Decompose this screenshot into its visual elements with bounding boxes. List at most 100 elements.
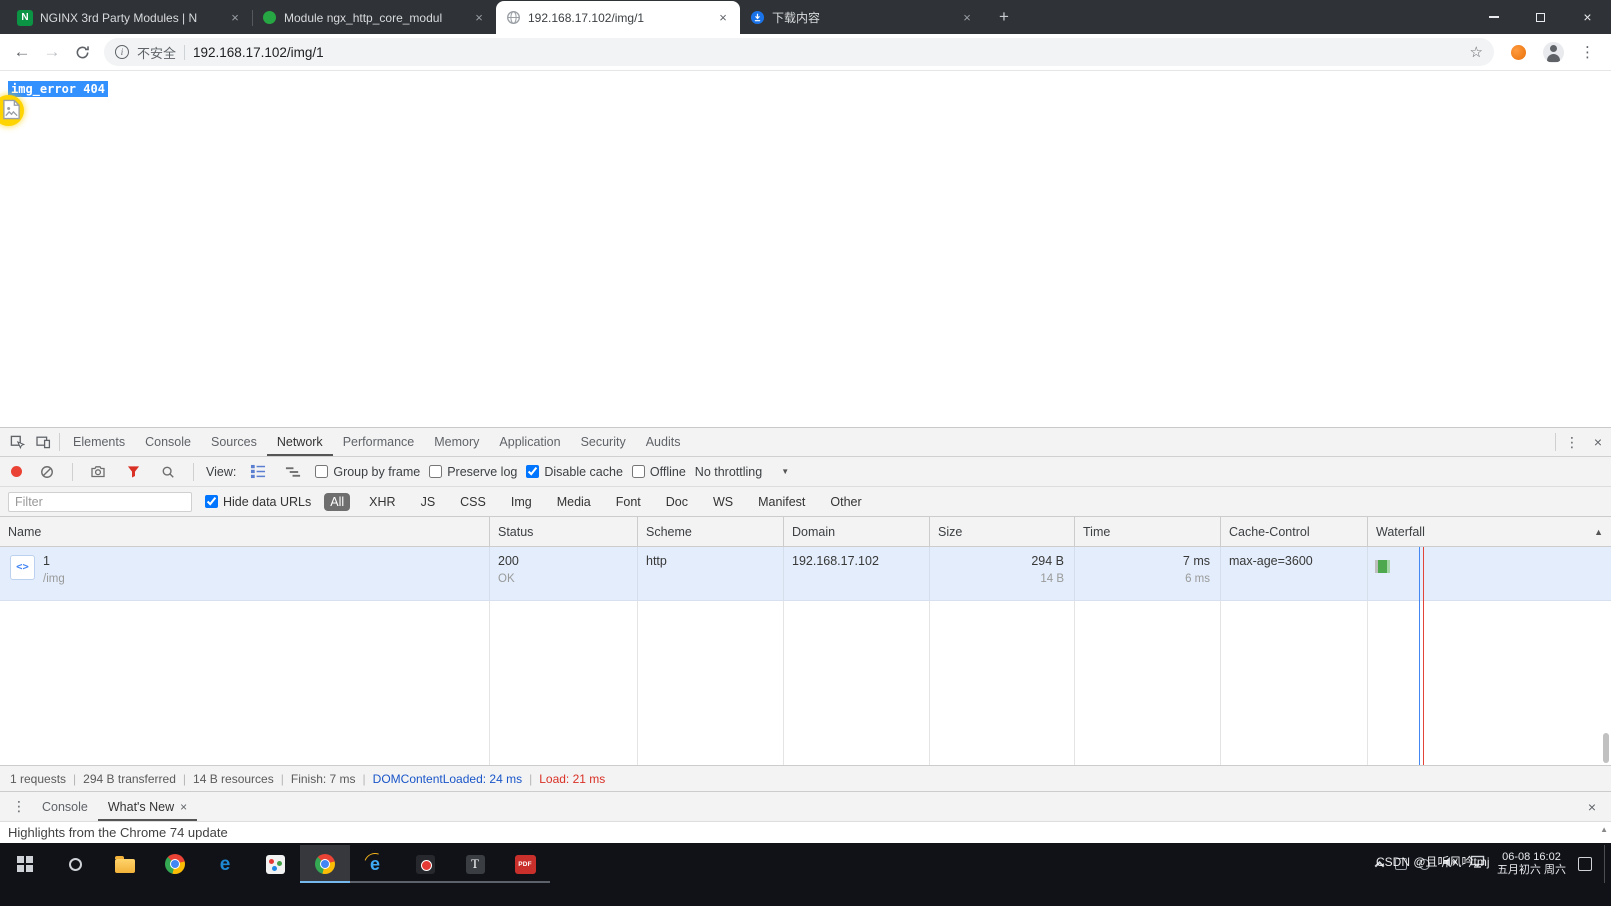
network-filter-input[interactable] (8, 492, 192, 512)
overview-view-icon[interactable] (280, 460, 306, 484)
devtools-tab-console[interactable]: Console (135, 428, 201, 456)
taskbar-typora[interactable]: T (450, 845, 500, 883)
forward-button[interactable]: → (38, 38, 66, 66)
taskbar-screen-recorder[interactable] (400, 845, 450, 883)
group-by-frame-input[interactable] (315, 465, 328, 478)
address-bar[interactable]: i 不安全 192.168.17.102/img/1 ☆ (104, 38, 1494, 66)
bookmark-star-icon[interactable]: ☆ (1470, 43, 1483, 61)
taskbar-paint[interactable] (250, 845, 300, 883)
new-tab-button[interactable]: + (990, 3, 1018, 31)
record-network-log-button[interactable] (11, 466, 22, 477)
taskbar-edge[interactable]: e (200, 845, 250, 883)
browser-tab-ngx-http-core-module[interactable]: Module ngx_http_core_modul × (252, 1, 496, 34)
profile-avatar[interactable] (1543, 42, 1564, 63)
devtools-tab-sources[interactable]: Sources (201, 428, 267, 456)
browser-tab-nginx-modules[interactable]: N NGINX 3rd Party Modules | N × (8, 1, 252, 34)
filter-type-xhr[interactable]: XHR (363, 493, 401, 511)
clear-network-log-icon[interactable] (34, 460, 60, 484)
column-header-name[interactable]: Name (0, 517, 490, 546)
action-center-icon[interactable] (1578, 857, 1592, 871)
devtools-close-icon[interactable]: × (1585, 430, 1611, 454)
disable-cache-checkbox[interactable]: Disable cache (526, 465, 623, 479)
request-waterfall-cell (1368, 547, 1611, 600)
selected-page-text: img_error 404 (8, 81, 108, 97)
network-request-row[interactable]: <> 1 /img 200 OK http 192.168.17.102 294… (0, 547, 1611, 601)
preserve-log-checkbox[interactable]: Preserve log (429, 465, 517, 479)
devtools-tab-audits[interactable]: Audits (636, 428, 691, 456)
start-button[interactable] (0, 845, 50, 883)
devtools-tab-security[interactable]: Security (571, 428, 636, 456)
table-scrollbar-thumb[interactable] (1603, 733, 1609, 763)
reload-button[interactable] (68, 38, 96, 66)
devtools-tab-network[interactable]: Network (267, 428, 333, 456)
browser-tab-current-page[interactable]: 192.168.17.102/img/1 × (496, 1, 740, 34)
group-by-frame-checkbox[interactable]: Group by frame (315, 465, 420, 479)
taskbar-file-explorer[interactable] (100, 845, 150, 883)
search-icon[interactable] (155, 460, 181, 484)
window-maximize-button[interactable] (1517, 0, 1564, 34)
offline-checkbox[interactable]: Offline (632, 465, 686, 479)
taskbar-pdf-reader[interactable]: PDF (500, 845, 550, 883)
devtools-menu-icon[interactable]: ⋮ (1559, 430, 1585, 454)
filter-type-all[interactable]: All (324, 493, 350, 511)
column-header-waterfall[interactable]: Waterfall ▲ (1368, 517, 1611, 546)
drawer-tab-close-icon[interactable]: × (180, 800, 187, 814)
browser-tab-downloads[interactable]: 下载内容 × (740, 1, 984, 34)
filter-type-manifest[interactable]: Manifest (752, 493, 811, 511)
taskbar-chrome-pinned[interactable] (150, 845, 200, 883)
dropdown-arrow-icon[interactable]: ▼ (781, 467, 789, 476)
back-button[interactable]: ← (8, 38, 36, 66)
list-view-icon[interactable] (245, 460, 271, 484)
hide-data-urls-checkbox[interactable]: Hide data URLs (205, 495, 311, 509)
filter-type-other[interactable]: Other (824, 493, 867, 511)
scroll-up-icon[interactable]: ▲ (1600, 825, 1608, 834)
devtools-tab-elements[interactable]: Elements (63, 428, 135, 456)
filter-type-media[interactable]: Media (551, 493, 597, 511)
browser-menu-icon[interactable]: ⋮ (1572, 43, 1603, 61)
taskbar-chrome-active[interactable] (300, 845, 350, 883)
inspect-element-icon[interactable] (4, 430, 30, 454)
page-info-icon[interactable]: i (115, 45, 129, 59)
url-text[interactable]: 192.168.17.102/img/1 (193, 45, 1462, 60)
filter-type-css[interactable]: CSS (454, 493, 492, 511)
preserve-log-input[interactable] (429, 465, 442, 478)
devtools-tab-performance[interactable]: Performance (333, 428, 425, 456)
window-minimize-button[interactable] (1470, 0, 1517, 34)
column-header-time[interactable]: Time (1075, 517, 1221, 546)
extension-icon[interactable] (1511, 45, 1526, 60)
tab-close-icon[interactable]: × (959, 10, 975, 26)
devtools-tab-application[interactable]: Application (489, 428, 570, 456)
filter-type-doc[interactable]: Doc (660, 493, 694, 511)
taskbar-internet-explorer[interactable]: e (350, 845, 400, 883)
disable-cache-input[interactable] (526, 465, 539, 478)
drawer-menu-icon[interactable]: ⋮ (6, 795, 32, 819)
column-header-domain[interactable]: Domain (784, 517, 930, 546)
device-toolbar-icon[interactable] (30, 430, 56, 454)
security-label[interactable]: 不安全 (137, 43, 176, 62)
filter-icon[interactable] (120, 460, 146, 484)
taskbar-clock[interactable]: 06-08 16:02 五月初六 周六 (1497, 851, 1566, 877)
filter-type-font[interactable]: Font (610, 493, 647, 511)
drawer-tab-whats-new[interactable]: What's New × (98, 792, 197, 821)
offline-input[interactable] (632, 465, 645, 478)
drawer-close-icon[interactable]: × (1579, 795, 1605, 819)
devtools-tab-memory[interactable]: Memory (424, 428, 489, 456)
show-desktop-button[interactable] (1604, 845, 1607, 883)
taskbar-search-button[interactable] (50, 845, 100, 883)
column-header-size[interactable]: Size (930, 517, 1075, 546)
column-header-scheme[interactable]: Scheme (638, 517, 784, 546)
hide-data-urls-input[interactable] (205, 495, 218, 508)
drawer-tab-console[interactable]: Console (32, 792, 98, 821)
filter-type-ws[interactable]: WS (707, 493, 739, 511)
throttling-select[interactable]: No throttling (695, 465, 762, 479)
tab-close-icon[interactable]: × (715, 10, 731, 26)
column-header-status[interactable]: Status (490, 517, 638, 546)
filter-type-img[interactable]: Img (505, 493, 538, 511)
window-close-button[interactable]: × (1564, 0, 1611, 34)
request-name-cell[interactable]: <> 1 /img (0, 547, 490, 600)
capture-screenshots-icon[interactable] (85, 460, 111, 484)
filter-type-js[interactable]: JS (415, 493, 442, 511)
tab-close-icon[interactable]: × (471, 10, 487, 26)
column-header-cache-control[interactable]: Cache-Control (1221, 517, 1368, 546)
tab-close-icon[interactable]: × (227, 10, 243, 26)
